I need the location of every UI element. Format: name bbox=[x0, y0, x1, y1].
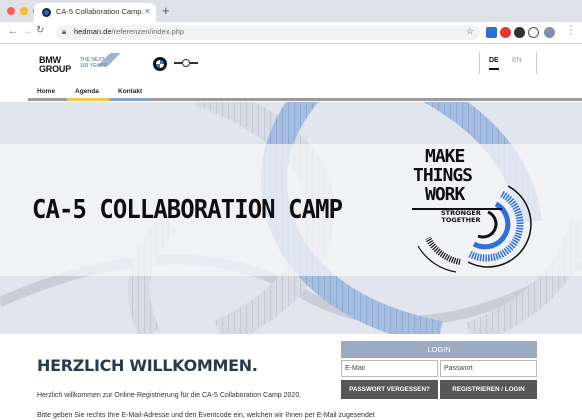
minimize-window-button[interactable] bbox=[20, 7, 28, 15]
reload-icon[interactable]: ↻ bbox=[36, 25, 44, 36]
language-switcher: DE EN bbox=[479, 52, 537, 74]
login-heading: LOGIN bbox=[341, 341, 537, 358]
bmw-roundel-icon[interactable] bbox=[153, 57, 167, 71]
hero-banner: CA-5 COLLABORATION CAMP MAKE THINGS WORK… bbox=[0, 102, 582, 334]
browser-tab-bar: CA-5 Collaboration Camp. × + bbox=[0, 0, 582, 22]
url-text: hedman.de/referenzen/index.php bbox=[74, 27, 184, 36]
register-login-button[interactable]: REGISTRIEREN / LOGIN bbox=[440, 380, 537, 399]
mtw-sub-2: TOGETHER bbox=[441, 216, 481, 224]
forgot-password-button[interactable]: PASSWORT VERGESSEN? bbox=[341, 380, 438, 399]
browser-toolbar: ← → ↻ 🔒︎ hedman.de/referenzen/index.php … bbox=[0, 22, 582, 44]
lock-icon: 🔒︎ bbox=[62, 27, 67, 36]
url-path: /referenzen/index.php bbox=[111, 27, 185, 36]
nav-kontakt[interactable]: Kontakt bbox=[118, 88, 142, 95]
nav-home-underline bbox=[28, 98, 67, 101]
extension-1-icon[interactable] bbox=[486, 27, 497, 38]
welcome-paragraph-2: Bitte geben Sie rechts Ihre E-Mail-Adres… bbox=[37, 412, 375, 419]
extension-4-icon[interactable] bbox=[528, 27, 539, 38]
logo-line-2: GROUP bbox=[39, 63, 72, 74]
forward-arrow-icon[interactable]: → bbox=[22, 26, 32, 37]
mtw-line-work: WORK bbox=[425, 184, 465, 205]
language-en-link[interactable]: EN bbox=[512, 57, 522, 64]
tab-title: CA-5 Collaboration Camp. bbox=[56, 7, 144, 16]
browser-tab[interactable]: CA-5 Collaboration Camp. × bbox=[34, 3, 156, 22]
tab-close-icon[interactable]: × bbox=[145, 6, 150, 16]
nav-kontakt-underline bbox=[109, 98, 152, 101]
nav-agenda[interactable]: Agenda bbox=[75, 88, 99, 95]
address-bar[interactable]: 🔒︎ hedman.de/referenzen/index.php ☆ bbox=[56, 25, 480, 40]
back-arrow-icon[interactable]: ← bbox=[8, 26, 18, 37]
nav-home[interactable]: Home bbox=[37, 88, 55, 95]
tagline-line-2: 100 YEARS bbox=[80, 63, 107, 69]
password-field[interactable] bbox=[440, 360, 537, 377]
extension-3-icon[interactable] bbox=[514, 27, 525, 38]
close-window-button[interactable] bbox=[7, 7, 15, 15]
mtw-subline: STRONGER TOGETHER bbox=[441, 210, 481, 224]
nav-rest-underline bbox=[152, 98, 582, 101]
main-content: HERZLICH WILLKOMMEN. Herzlich willkommen… bbox=[0, 334, 582, 420]
bookmark-star-icon[interactable]: ☆ bbox=[466, 26, 474, 37]
language-de-link[interactable]: DE bbox=[489, 57, 499, 70]
mini-logo-icon[interactable] bbox=[174, 58, 198, 68]
bmw-group-logo[interactable]: BMW GROUP bbox=[39, 56, 71, 73]
new-tab-button[interactable]: + bbox=[162, 3, 170, 18]
extension-2-icon[interactable] bbox=[500, 27, 511, 38]
profile-avatar-icon[interactable] bbox=[544, 27, 555, 38]
nav-agenda-underline bbox=[67, 98, 109, 101]
welcome-heading: HERZLICH WILLKOMMEN. bbox=[37, 356, 258, 375]
hero-title: CA-5 COLLABORATION CAMP bbox=[32, 195, 343, 225]
mtw-line-things: THINGS bbox=[413, 165, 473, 186]
url-host: hedman.de bbox=[74, 27, 112, 36]
mtw-line-make: MAKE bbox=[425, 146, 465, 167]
next-100-years-tagline: THE NEXT 100 YEARS bbox=[80, 57, 107, 69]
email-field[interactable] bbox=[341, 360, 438, 377]
welcome-paragraph-1: Herzlich willkommen zur Online-Registrie… bbox=[37, 392, 302, 399]
bmw-favicon-icon bbox=[42, 8, 51, 17]
browser-menu-icon[interactable]: ⋮ bbox=[566, 25, 576, 36]
